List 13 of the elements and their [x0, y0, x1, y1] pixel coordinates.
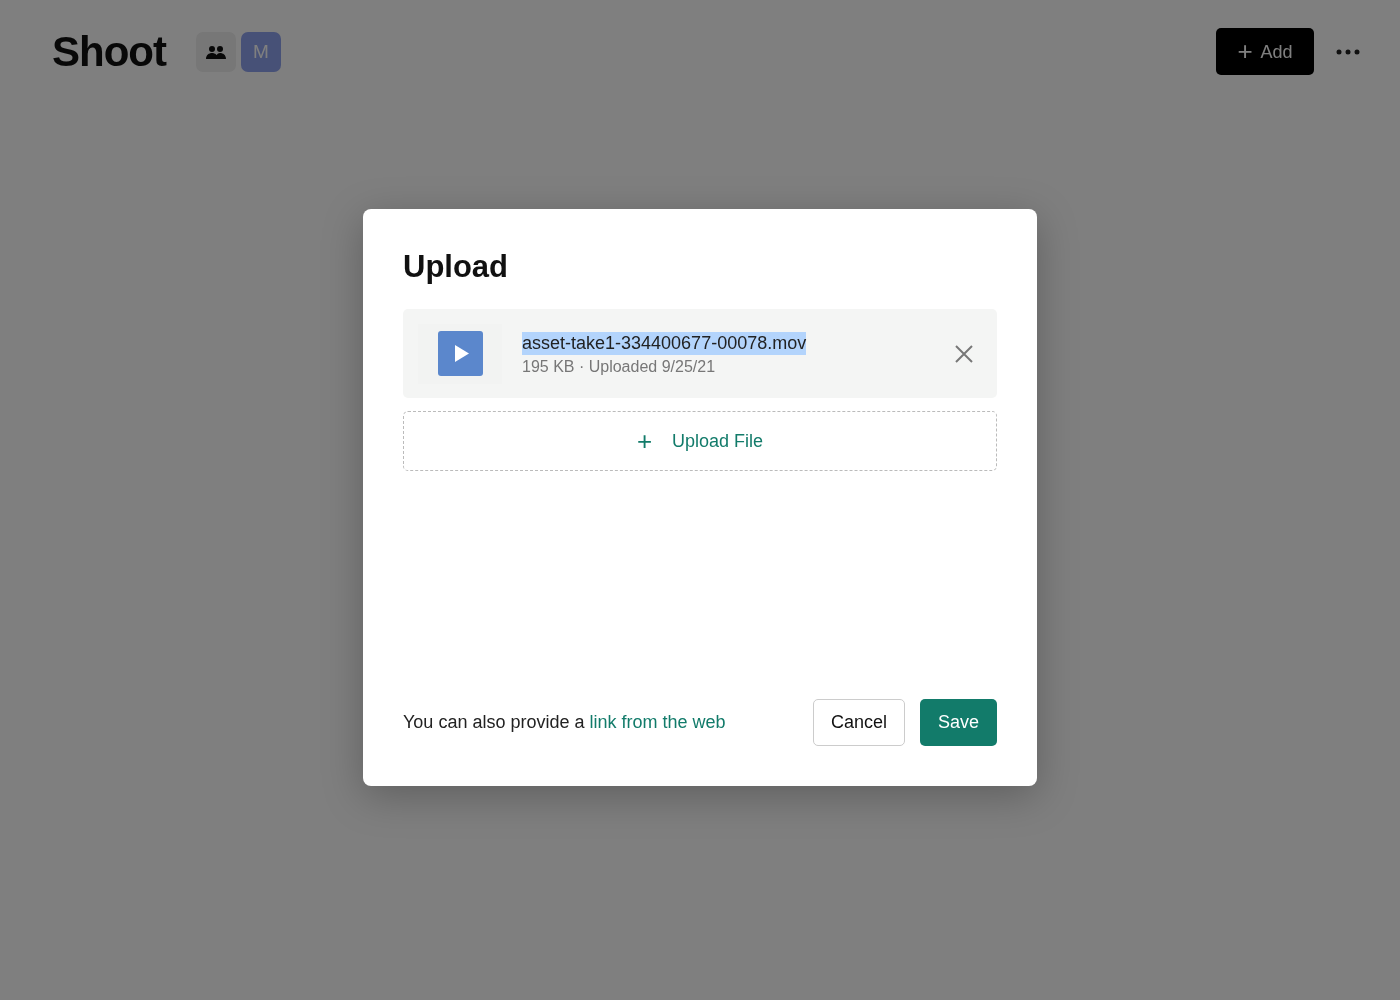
people-icon [205, 44, 226, 59]
play-icon [437, 331, 483, 376]
dialog-title: Upload [403, 249, 510, 285]
save-button[interactable]: Save [920, 699, 997, 746]
more-icon[interactable] [1336, 48, 1360, 55]
people-button[interactable] [195, 31, 236, 72]
page-title: Shoot [52, 27, 166, 76]
file-meta: 195 KB · Uploaded 9/25/21 [522, 357, 717, 376]
cancel-button[interactable]: Cancel [813, 699, 905, 746]
close-icon [955, 344, 973, 363]
web-link[interactable]: link from the web [589, 712, 726, 732]
link-hint-text: You can also provide a link from the web [403, 712, 727, 733]
file-name: asset-take1-334400677-00078.mov [522, 331, 807, 355]
